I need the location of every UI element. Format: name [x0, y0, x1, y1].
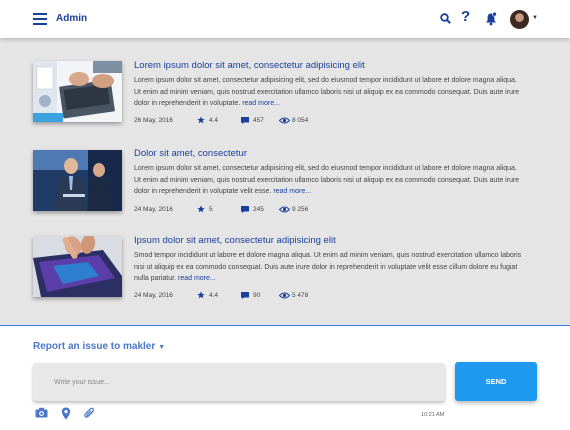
eye-icon: [279, 292, 290, 299]
article-description-text: Lorem ipsum dolor sit amet, consectetur …: [134, 77, 520, 107]
article-rating: 5: [209, 206, 213, 213]
top-app-bar: Admin ? ▼: [0, 0, 570, 38]
article-item[interactable]: Ipsum dolor sit amet, consectetur adipis…: [0, 230, 570, 305]
help-icon[interactable]: ?: [461, 9, 470, 24]
article-description: Lorem ipsum dolor sit amet, consectetur …: [134, 75, 524, 110]
article-comments-count: 245: [253, 206, 264, 213]
article-item[interactable]: Lorem ipsum dolor sit amet, consectetur …: [0, 55, 570, 130]
eye-icon: [279, 206, 290, 213]
article-comments-count: 457: [253, 117, 264, 124]
camera-icon[interactable]: [35, 407, 48, 418]
report-issue-label: Report an issue to makler: [33, 341, 156, 352]
chevron-down-icon: ▼: [158, 344, 166, 351]
article-title[interactable]: Dolor sit amet, consectetur: [134, 148, 247, 159]
hamburger-menu-icon[interactable]: [33, 13, 47, 25]
message-timestamp: 10:21 AM: [421, 412, 445, 418]
issue-input[interactable]: [33, 363, 445, 401]
location-pin-icon[interactable]: [61, 407, 71, 420]
search-icon[interactable]: [440, 13, 451, 24]
article-thumbnail-tablet: [33, 236, 122, 297]
article-title[interactable]: Lorem ipsum dolor sit amet, consectetur …: [134, 60, 365, 71]
article-rating: 4.4: [209, 292, 219, 299]
report-issue-dropdown[interactable]: Report an issue to makler ▼: [33, 341, 165, 352]
eye-icon: [279, 117, 290, 124]
article-date: 24 May, 2016: [134, 292, 173, 299]
article-thumbnail-businessmen: [33, 150, 122, 211]
article-views-count: 5 478: [292, 292, 309, 299]
comment-icon: [241, 292, 249, 299]
report-issue-panel: Report an issue to makler▼ SEND 10:21 AM: [0, 325, 570, 430]
article-description: Lorem ipsum dolor sit amet, consectetur …: [134, 163, 524, 198]
star-icon: [197, 291, 205, 299]
article-description-text: Lorem ipsum dolor sit amet, consectetur …: [134, 165, 520, 195]
read-more-link[interactable]: read more...: [242, 100, 280, 107]
read-more-link[interactable]: read more...: [178, 275, 216, 282]
user-avatar[interactable]: [510, 10, 529, 29]
article-description: Smod tempor incididunt ut labore et dolo…: [134, 250, 524, 285]
article-item[interactable]: Dolor sit amet, consectetur Lorem ipsum …: [0, 143, 570, 218]
article-comments-count: 90: [253, 292, 261, 299]
article-title[interactable]: Ipsum dolor sit amet, consectetur adipis…: [134, 235, 336, 246]
send-button[interactable]: SEND: [455, 362, 537, 401]
article-date: 26 May, 2016: [134, 117, 173, 124]
star-icon: [197, 116, 205, 124]
article-views-count: 8 054: [292, 117, 309, 124]
notification-bell-icon[interactable]: [485, 12, 497, 26]
comment-icon: [241, 206, 249, 213]
article-views-count: 9 256: [292, 206, 309, 213]
article-rating: 4.4: [209, 117, 219, 124]
app-title: Admin: [56, 13, 88, 24]
paperclip-icon[interactable]: [84, 407, 95, 420]
article-date: 24 May, 2016: [134, 206, 173, 213]
read-more-link[interactable]: read more...: [273, 188, 311, 195]
star-icon: [197, 205, 205, 213]
avatar-dropdown-chevron-icon[interactable]: ▼: [532, 15, 538, 21]
comment-icon: [241, 117, 249, 124]
article-thumbnail-laptop: [33, 61, 122, 122]
